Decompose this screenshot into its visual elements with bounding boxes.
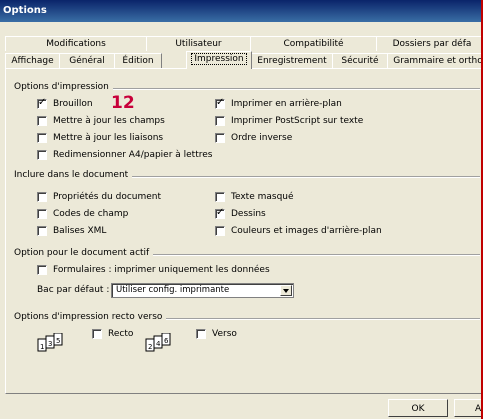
tab-label: Compatibilité [283, 39, 344, 49]
svg-text:6: 6 [164, 337, 169, 345]
checkbox-box[interactable] [215, 225, 225, 236]
verso-pages-icon: 2 4 6 [145, 333, 171, 352]
recto-pages-icon: 1 3 5 [37, 333, 63, 352]
checkbox-box[interactable] [37, 208, 47, 219]
checkbox-hidden-text[interactable]: Texte masqué [215, 190, 294, 203]
checkbox-box[interactable] [215, 97, 225, 109]
cancel-button[interactable]: A [454, 399, 481, 417]
checkbox-postscript[interactable]: Imprimer PostScript sur texte [215, 114, 363, 127]
tab-impression[interactable]: Impression [186, 51, 252, 69]
tab-general[interactable]: Général [59, 53, 115, 68]
checkbox-xml-tags[interactable]: Balises XML [37, 224, 106, 237]
tab-label: Édition [122, 56, 154, 66]
checkbox-doc-properties[interactable]: Propriétés du document [37, 190, 161, 203]
checkbox-box[interactable] [37, 149, 47, 160]
checkbox-box[interactable] [37, 97, 47, 109]
checkbox-update-links[interactable]: Mettre à jour les liaisons [37, 131, 163, 144]
default-tray-select[interactable]: Utiliser config. imprimante [111, 283, 294, 298]
checkbox-verso[interactable]: Verso [196, 327, 237, 340]
checkbox-resize-a4[interactable]: Redimensionner A4/papier à lettres [37, 148, 212, 161]
title-bar: Options [0, 0, 481, 22]
tab-label: Impression [191, 53, 247, 65]
checkbox-forms-data-only[interactable]: Formulaires : imprimer uniquement les do… [37, 263, 270, 276]
checkbox-box[interactable] [215, 207, 225, 219]
group-label-include: Inclure dans le document [14, 170, 133, 180]
checkbox-brouillon[interactable]: Brouillon [37, 97, 93, 110]
svg-text:1: 1 [40, 343, 44, 351]
tab-label: Modifications [46, 39, 106, 49]
tab-label: Dossiers par défa [392, 39, 472, 49]
checkbox-recto[interactable]: Recto [92, 327, 133, 340]
svg-text:4: 4 [156, 340, 161, 348]
checkbox-label: Brouillon [53, 98, 93, 109]
annotation-badge: 12 [111, 93, 135, 113]
tab-label: Utilisateur [175, 39, 222, 49]
tab-edition[interactable]: Édition [114, 53, 162, 68]
tab-enregistrement[interactable]: Enregistrement [251, 53, 333, 68]
tab-label: Grammaire et ortho [393, 56, 483, 66]
checkbox-label: Balises XML [53, 225, 107, 236]
tray-label: Bac par défaut : [37, 285, 110, 295]
checkbox-label: Mettre à jour les liaisons [53, 132, 164, 143]
options-dialog: Options Modifications Utilisateur Compat… [0, 0, 483, 419]
tab-grammaire[interactable]: Grammaire et ortho [387, 53, 483, 68]
checkbox-label: Verso [212, 328, 237, 339]
tab-row-2: Affichage Général Édition Impression Enr… [5, 51, 483, 69]
tab-label: Enregistrement [257, 56, 327, 66]
checkbox-field-codes[interactable]: Codes de champ [37, 207, 128, 220]
checkbox-box[interactable] [215, 132, 225, 143]
svg-text:2: 2 [148, 343, 152, 351]
tab-label: Général [69, 56, 105, 66]
checkbox-label: Dessins [231, 208, 266, 219]
checkbox-label: Texte masqué [231, 191, 294, 202]
checkbox-label: Mettre à jour les champs [53, 115, 165, 126]
checkbox-drawings[interactable]: Dessins [215, 207, 266, 220]
checkbox-box[interactable] [196, 328, 206, 339]
checkbox-box[interactable] [37, 191, 47, 202]
svg-text:5: 5 [56, 337, 60, 345]
tab-securite[interactable]: Sécurité [332, 53, 388, 68]
checkbox-label: Codes de champ [53, 208, 129, 219]
group-label-print-options: Options d'impression [14, 82, 113, 92]
svg-text:3: 3 [48, 340, 52, 348]
checkbox-update-fields[interactable]: Mettre à jour les champs [37, 114, 165, 127]
tab-modifications[interactable]: Modifications [5, 36, 147, 51]
ok-button[interactable]: OK [388, 399, 448, 417]
tab-label: Affichage [11, 56, 54, 66]
checkbox-label: Recto [108, 328, 134, 339]
checkbox-background-colors[interactable]: Couleurs et images d'arrière-plan [215, 224, 382, 237]
checkbox-label: Redimensionner A4/papier à lettres [53, 149, 213, 160]
checkbox-label: Couleurs et images d'arrière-plan [231, 225, 382, 236]
select-value: Utiliser config. imprimante [116, 285, 230, 295]
tab-affichage[interactable]: Affichage [5, 53, 60, 68]
checkbox-box[interactable] [215, 191, 225, 202]
checkbox-box[interactable] [37, 132, 47, 143]
tab-label: Sécurité [341, 56, 379, 66]
checkbox-label: Propriétés du document [53, 191, 162, 202]
checkbox-box[interactable] [37, 115, 47, 126]
checkbox-label: Imprimer PostScript sur texte [231, 115, 364, 126]
group-label-duplex: Options d'impression recto verso [14, 312, 167, 322]
chevron-down-icon[interactable] [280, 285, 292, 296]
tab-dossiers[interactable]: Dossiers par défa [376, 36, 481, 51]
checkbox-box[interactable] [37, 225, 47, 236]
group-label-active-doc: Option pour le document actif [14, 248, 154, 258]
checkbox-label: Ordre inverse [231, 132, 293, 143]
checkbox-box[interactable] [37, 264, 47, 275]
checkbox-box[interactable] [92, 328, 102, 339]
checkbox-box[interactable] [215, 115, 225, 126]
checkbox-label: Imprimer en arrière-plan [231, 98, 342, 109]
tab-compatibilite[interactable]: Compatibilité [250, 36, 377, 51]
tab-utilisateur[interactable]: Utilisateur [146, 36, 251, 51]
checkbox-reverse-order[interactable]: Ordre inverse [215, 131, 292, 144]
checkbox-background-print[interactable]: Imprimer en arrière-plan [215, 97, 342, 110]
checkbox-label: Formulaires : imprimer uniquement les do… [53, 264, 270, 275]
tab-row-1: Modifications Utilisateur Compatibilité … [5, 36, 481, 51]
